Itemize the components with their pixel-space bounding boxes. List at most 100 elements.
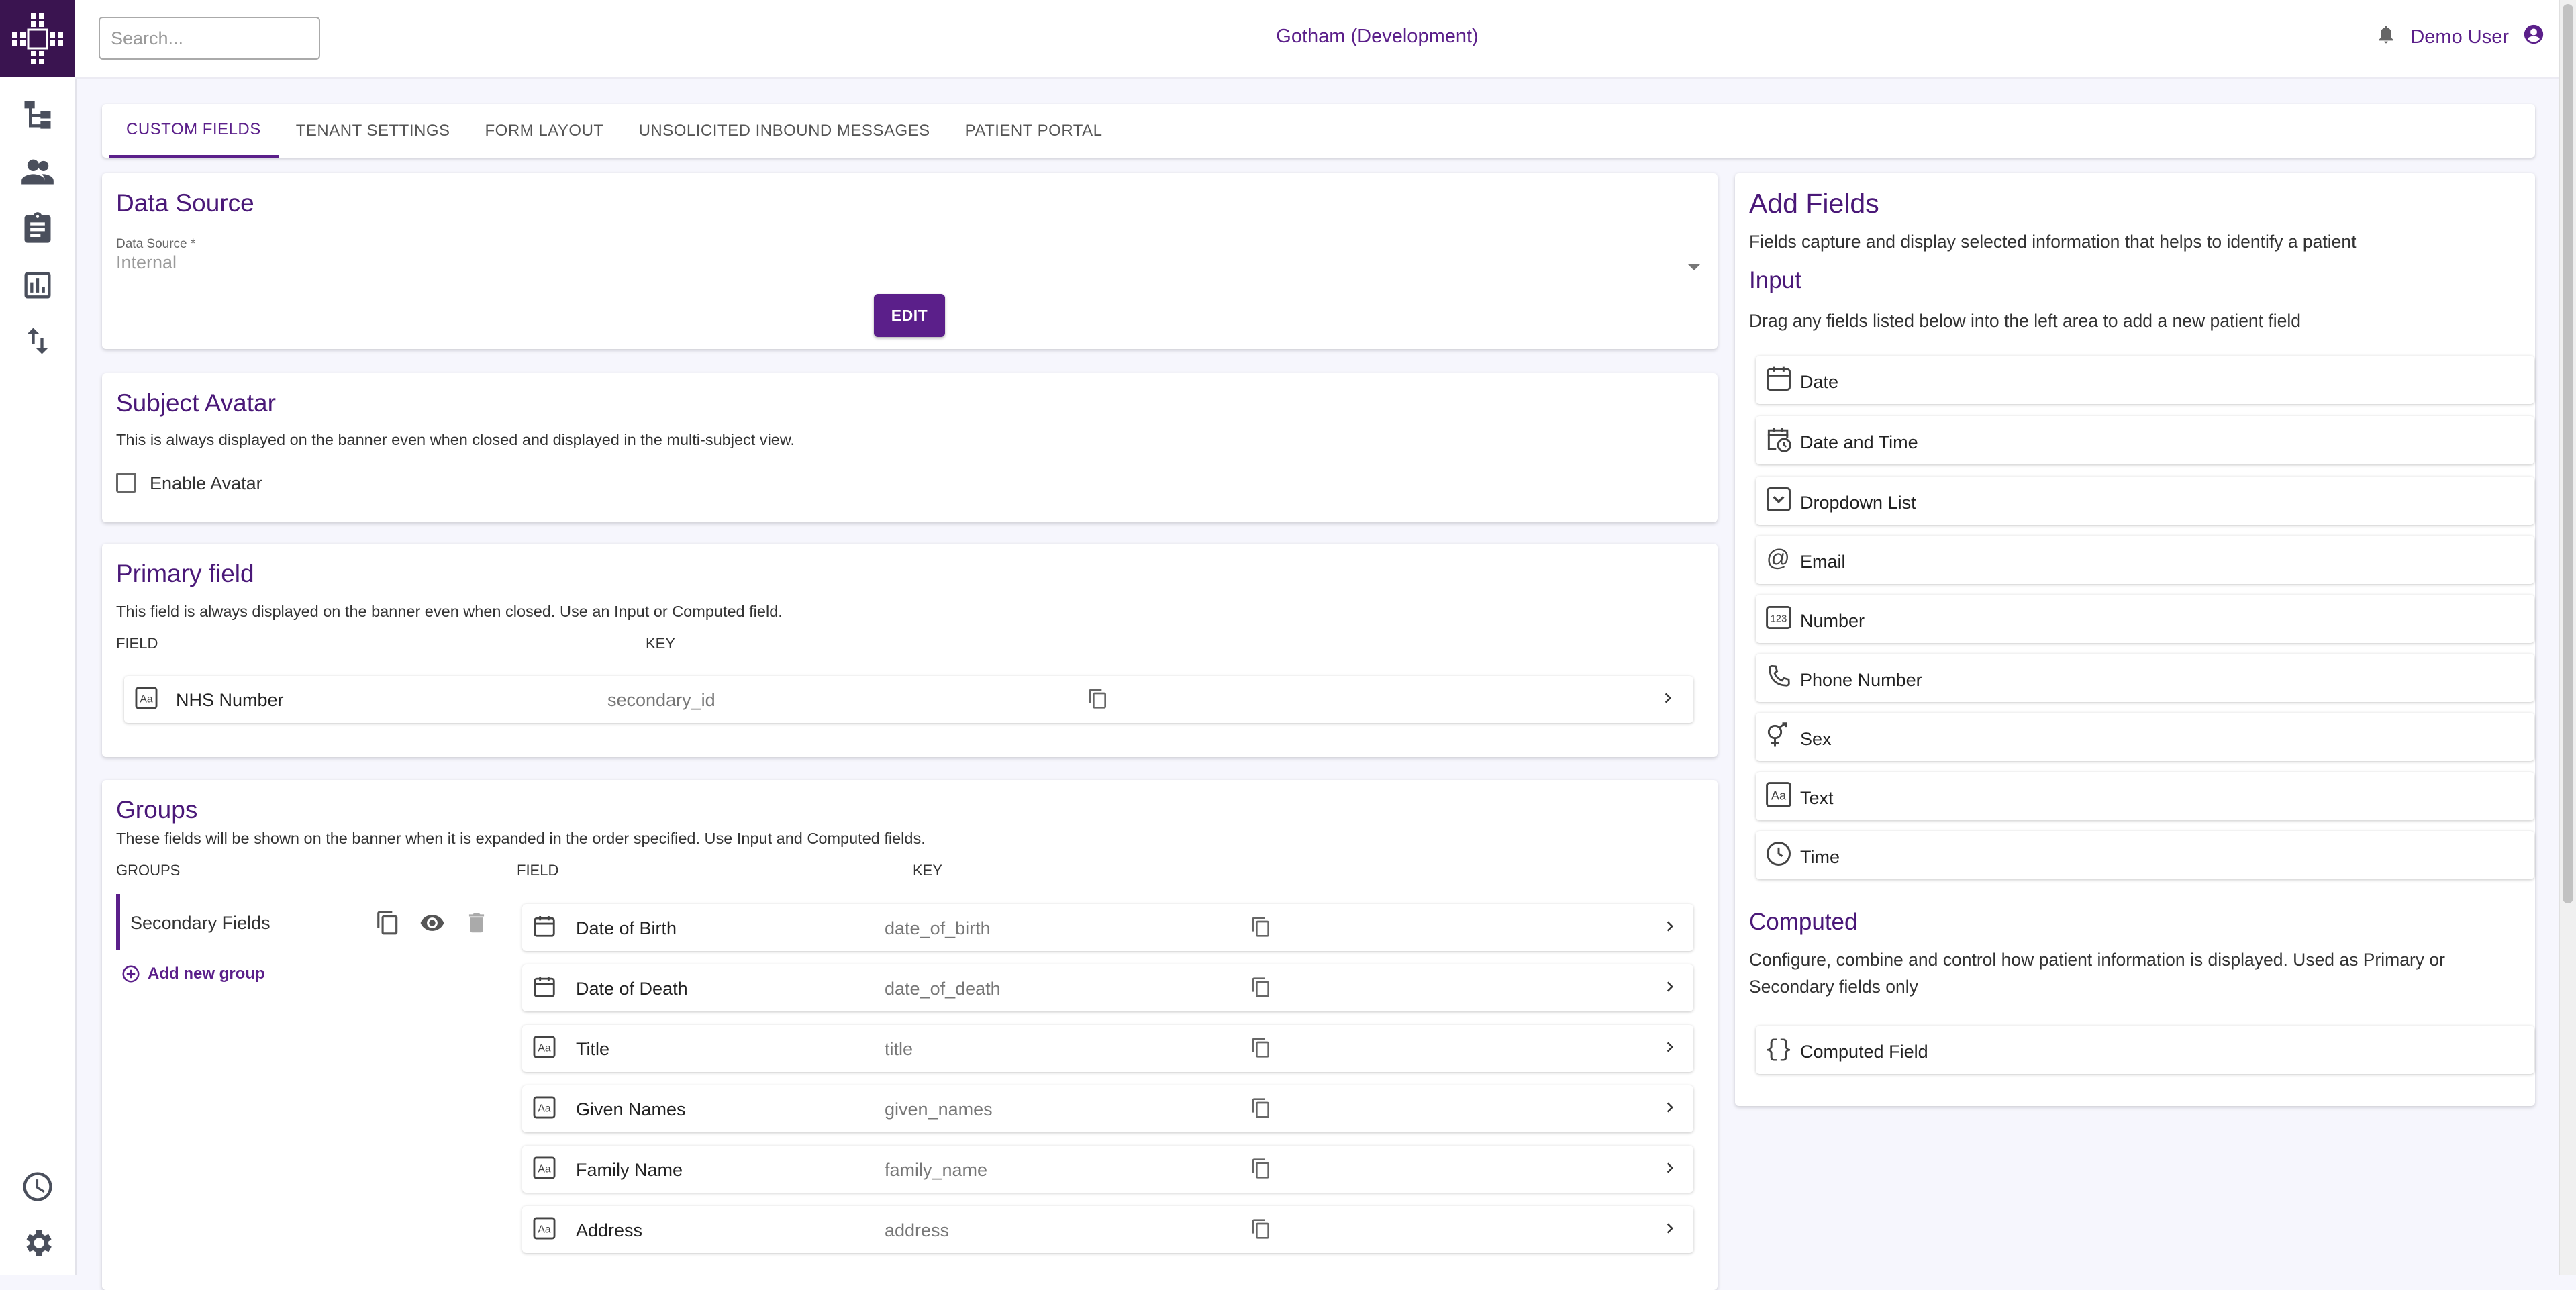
nav-patients-icon[interactable] [17,151,58,191]
text-aa-icon: Aa [532,1215,557,1241]
chevron-right-icon[interactable] [1660,1218,1680,1238]
svg-text:Aa: Aa [538,1163,551,1175]
add-field-time[interactable]: Time [1756,831,2534,879]
group-field-row[interactable]: Date of Birth date_of_birth [522,904,1693,951]
computed-section-title: Computed [1749,909,1858,935]
chevron-right-icon[interactable] [1660,1037,1680,1057]
copy-icon[interactable] [1250,1158,1272,1179]
data-source-select[interactable]: Internal [116,252,1707,281]
chevron-right-icon[interactable] [1658,688,1678,708]
eye-icon[interactable] [419,910,445,936]
field-key: address [885,1220,950,1240]
add-field-text[interactable]: Aa Text [1756,772,2534,820]
account-circle-icon[interactable] [2522,23,2545,51]
add-field-number[interactable]: 123 Number [1756,595,2534,643]
field-key: secondary_id [607,690,715,710]
groups-description: These fields will be shown on the banner… [116,830,926,847]
edit-button[interactable]: EDIT [874,294,945,337]
nav-history-icon[interactable] [17,1167,58,1207]
groups-card: Groups These fields will be shown on the… [102,780,1718,1290]
cross-logo-icon [12,13,63,64]
field-name: NHS Number [176,690,284,710]
svg-text:Aa: Aa [538,1103,551,1114]
copy-icon[interactable] [1250,977,1272,998]
input-section-title: Input [1749,267,1801,293]
add-field-label: Text [1800,788,1834,808]
data-source-title: Data Source [116,189,254,217]
chevron-down-icon [1688,264,1700,270]
tab-unsolicited-inbound-messages[interactable]: Unsolicited Inbound Messages [622,104,948,158]
column-header-key: KEY [913,862,943,879]
top-header: Gotham (Development) Demo User [75,0,2559,79]
nav-clipboard-icon[interactable] [17,208,58,248]
primary-field-card: Primary field This field is always displ… [102,544,1718,757]
text-aa-icon: Aa [1764,780,1793,809]
copy-icon[interactable] [1250,1218,1272,1240]
chevron-right-icon[interactable] [1660,1097,1680,1118]
group-field-row[interactable]: Aa Address address [522,1206,1693,1253]
chevron-right-icon[interactable] [1660,1158,1680,1178]
add-field-dropdown-list[interactable]: Dropdown List [1756,477,2534,525]
chevron-right-icon[interactable] [1660,977,1680,997]
add-fields-description: Fields capture and display selected info… [1749,232,2357,252]
column-header-field: FIELD [517,862,559,879]
add-fields-title: Add Fields [1749,188,1879,219]
add-field-date[interactable]: Date [1756,356,2534,404]
copy-icon[interactable] [1250,1097,1272,1119]
groups-title: Groups [116,796,198,824]
add-field-email[interactable]: @ Email [1756,536,2534,584]
calendar-icon [1764,364,1793,393]
copy-icon[interactable] [1250,1037,1272,1058]
clock-icon [1764,839,1793,869]
bell-icon[interactable] [2375,23,2397,50]
tab-form-layout[interactable]: Form Layout [468,104,622,158]
data-source-card: Data Source Data Source * Internal EDIT [102,173,1718,349]
search-input[interactable] [99,17,320,60]
add-field-label: Date and Time [1800,432,1918,452]
chevron-right-icon[interactable] [1660,916,1680,936]
group-field-row[interactable]: Aa Title title [522,1025,1693,1072]
add-field-label: Computed Field [1800,1042,1928,1062]
scrollbar-thumb[interactable] [2563,4,2573,903]
add-field-date-and-time[interactable]: Date and Time [1756,416,2534,464]
svg-text:Aa: Aa [140,693,153,705]
enable-avatar-checkbox[interactable] [116,473,136,493]
page-scrollbar[interactable] [2559,0,2576,1275]
copy-icon[interactable] [375,910,401,936]
at-icon: @ [1764,544,1793,573]
trash-icon[interactable] [464,910,489,936]
user-name[interactable]: Demo User [2410,26,2509,48]
computed-section-description: Configure, combine and control how patie… [1749,950,2445,997]
tab-patient-portal[interactable]: Patient Portal [948,104,1120,158]
enable-avatar-label[interactable]: Enable Avatar [150,473,262,494]
settings-tabs: Custom Fields Tenant Settings Form Layou… [102,104,2535,158]
copy-icon[interactable] [1250,916,1272,938]
add-new-group-button[interactable]: Add new group [121,964,265,984]
nav-hierarchy-icon[interactable] [17,94,58,134]
add-field-computed-field[interactable]: {} Computed Field [1756,1026,2534,1074]
nav-reports-icon[interactable] [17,265,58,305]
nav-import-export-icon[interactable] [17,321,58,361]
braces-icon: {} [1764,1034,1793,1063]
copy-icon[interactable] [1087,688,1109,709]
column-header-field: FIELD [116,635,158,652]
group-field-row[interactable]: Date of Death date_of_death [522,964,1693,1011]
add-field-sex[interactable]: Sex [1756,713,2534,761]
user-area: Demo User [2375,23,2545,51]
tab-custom-fields[interactable]: Custom Fields [109,104,279,158]
nav-settings-icon[interactable] [17,1223,58,1263]
primary-field-row[interactable]: Aa NHS Number secondary_id [124,676,1693,723]
subject-avatar-title: Subject Avatar [116,389,276,417]
number-123-icon: 123 [1764,603,1793,632]
field-name: Date of Death [576,979,688,999]
add-field-phone-number[interactable]: Phone Number [1756,654,2534,702]
group-item-secondary-fields[interactable]: Secondary Fields [116,894,504,950]
svg-text:Aa: Aa [538,1224,551,1235]
calendar-icon [532,974,557,999]
group-field-row[interactable]: Aa Family Name family_name [522,1146,1693,1193]
group-field-row[interactable]: Aa Given Names given_names [522,1085,1693,1132]
field-name: Given Names [576,1099,686,1120]
phone-icon [1764,662,1793,691]
tab-tenant-settings[interactable]: Tenant Settings [279,104,468,158]
app-logo[interactable] [0,0,75,77]
